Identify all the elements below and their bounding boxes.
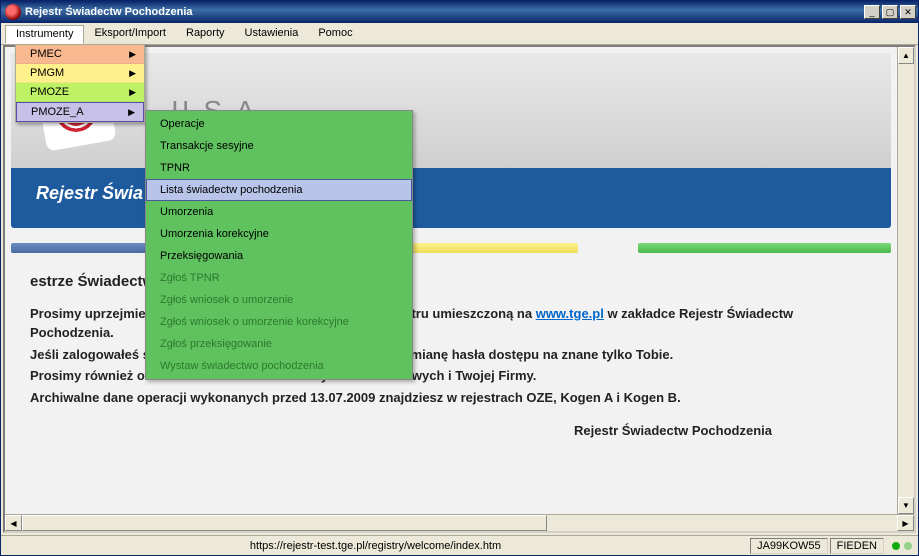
instrumenty-dropdown: PMEC▶ PMGM▶ PMOZE▶ PMOZE_A▶ (15, 44, 145, 123)
status-user: JA99KOW55 (750, 538, 828, 554)
submenu-zglos-wniosek-umorzenie: Zgłoś wniosek o umorzenie (146, 289, 412, 311)
submenu-umorzenia-korekcyjne[interactable]: Umorzenia korekcyjne (146, 223, 412, 245)
scroll-thumb[interactable] (22, 515, 547, 531)
submenu-zglos-tpnr: Zgłoś TPNR (146, 267, 412, 289)
submenu-przeksiegowania[interactable]: Przeksięgowania (146, 245, 412, 267)
scroll-down-button[interactable]: ▼ (898, 497, 914, 514)
menu-ustawienia[interactable]: Ustawienia (235, 25, 309, 44)
menu-pomoc[interactable]: Pomoc (308, 25, 362, 44)
colorbar-green (638, 243, 891, 253)
scroll-right-button[interactable]: ▶ (897, 515, 914, 531)
banner-subtitle: Rejestr Świa (36, 183, 143, 204)
status-url: https://rejestr-test.tge.pl/registry/wel… (1, 540, 750, 552)
status-label: FIEDEN (830, 538, 884, 554)
window-title: Rejestr Świadectw Pochodzenia (25, 6, 864, 18)
scroll-up-button[interactable]: ▲ (898, 47, 914, 64)
status-dot-icon (904, 542, 912, 550)
chevron-right-icon: ▶ (129, 49, 136, 60)
submenu-operacje[interactable]: Operacje (146, 113, 412, 135)
menu-raporty[interactable]: Raporty (176, 25, 235, 44)
pmoze-a-submenu: Operacje Transakcje sesyjne TPNR Lista ś… (145, 110, 413, 380)
scroll-track-h[interactable] (22, 515, 897, 531)
chevron-right-icon: ▶ (128, 107, 135, 118)
chevron-right-icon: ▶ (129, 87, 136, 98)
color-bars (11, 243, 891, 253)
statusbar: https://rejestr-test.tge.pl/registry/wel… (1, 535, 918, 555)
signature: Rejestr Świadectw Pochodzenia (30, 421, 772, 441)
close-button[interactable]: ✕ (900, 5, 916, 19)
submenu-zglos-przeksiegowanie: Zgłoś przeksięgowanie (146, 333, 412, 355)
submenu-tpnr[interactable]: TPNR (146, 157, 412, 179)
scroll-left-button[interactable]: ◀ (5, 515, 22, 531)
submenu-wystaw-swiadectwo: Wystaw świadectwo pochodzenia (146, 355, 412, 377)
chevron-right-icon: ▶ (129, 68, 136, 79)
submenu-transakcje-sesyjne[interactable]: Transakcje sesyjne (146, 135, 412, 157)
paragraph-4: Archiwalne dane operacji wykonanych prze… (30, 388, 872, 408)
submenu-umorzenia[interactable]: Umorzenia (146, 201, 412, 223)
menu-instrumenty[interactable]: Instrumenty (5, 25, 84, 44)
submenu-zglos-wniosek-umorzenie-korekcyjne: Zgłoś wniosek o umorzenie korekcyjne (146, 311, 412, 333)
link-tge[interactable]: www.tge.pl (536, 306, 604, 321)
submenu-lista-swiadectw[interactable]: Lista świadectw pochodzenia (146, 179, 412, 201)
vertical-scrollbar[interactable]: ▲ ▼ (897, 47, 914, 514)
dropdown-pmgm[interactable]: PMGM▶ (16, 64, 144, 83)
app-icon (5, 4, 21, 20)
dropdown-pmoze[interactable]: PMOZE▶ (16, 83, 144, 102)
app-window: Rejestr Świadectw Pochodzenia _ ▢ ✕ Inst… (0, 0, 919, 556)
status-dot-icon (892, 542, 900, 550)
minimize-button[interactable]: _ (864, 5, 880, 19)
horizontal-scrollbar[interactable]: ◀ ▶ (5, 514, 914, 531)
dropdown-pmoze-a[interactable]: PMOZE_A▶ (16, 102, 144, 122)
menubar: Instrumenty Eksport/Import Raporty Ustaw… (1, 23, 918, 45)
titlebar: Rejestr Świadectw Pochodzenia _ ▢ ✕ (1, 1, 918, 23)
dropdown-pmec[interactable]: PMEC▶ (16, 45, 144, 64)
maximize-button[interactable]: ▢ (882, 5, 898, 19)
menu-eksport-import[interactable]: Eksport/Import (84, 25, 176, 44)
scroll-track[interactable] (898, 64, 914, 497)
status-indicators (886, 542, 918, 550)
